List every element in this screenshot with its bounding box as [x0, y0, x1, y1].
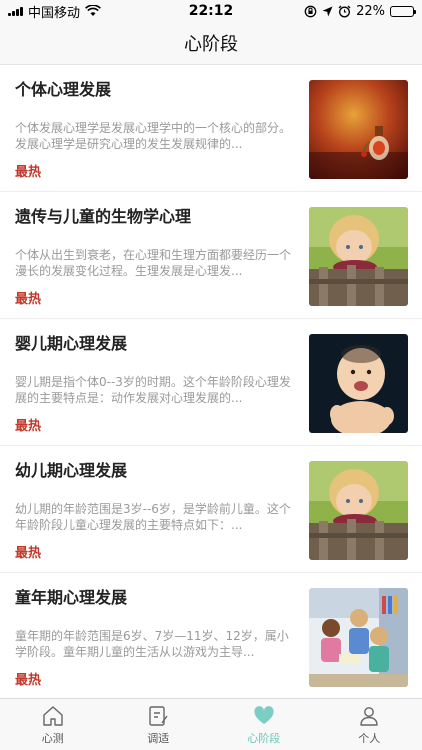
hot-badge: 最热 — [15, 419, 42, 434]
article-thumbnail — [309, 461, 408, 560]
location-icon — [322, 6, 333, 16]
nav-bar: 心阶段 — [0, 22, 422, 65]
carrier-label: 中国移动 — [28, 5, 81, 21]
article-summary: 个体从出生到衰老，在心理和生理方面都要经历一个漫长的发展变化过程。生理发展是心理… — [15, 248, 292, 278]
article-title: 幼儿期心理发展 — [15, 461, 128, 480]
article-title: 童年期心理发展 — [15, 588, 128, 607]
article-summary: 童年期的年龄范围是6岁、7岁—11岁、12岁，属小学阶段。童年期儿童的生活从以游… — [15, 629, 289, 659]
article-title: 婴儿期心理发展 — [15, 334, 128, 353]
alarm-icon — [338, 5, 351, 17]
tab-label: 心阶段 — [247, 731, 281, 745]
article-list[interactable]: 个体心理发展 个体发展心理学是发展心理学中的一个核心的部分。发展心理学是研究心理… — [0, 65, 422, 699]
wifi-icon — [85, 5, 101, 16]
tab-bar: 心测 调适 心阶段 个人 — [0, 698, 422, 750]
article-thumbnail — [309, 207, 408, 306]
list-item[interactable]: 个体心理发展 个体发展心理学是发展心理学中的一个核心的部分。发展心理学是研究心理… — [0, 65, 422, 192]
list-item[interactable]: 遗传与儿童的生物学心理 个体从出生到衰老，在心理和生理方面都要经历一个漫长的发展… — [0, 192, 422, 319]
article-thumbnail — [309, 80, 408, 179]
tab-tiaoshi[interactable]: 调适 — [106, 699, 212, 750]
battery-percent: 22% — [356, 3, 385, 19]
hot-badge: 最热 — [15, 546, 42, 561]
tab-xinjieduan[interactable]: 心阶段 — [211, 699, 317, 750]
signal-icon — [8, 6, 23, 16]
list-item[interactable]: 童年期心理发展 童年期的年龄范围是6岁、7岁—11岁、12岁，属小学阶段。童年期… — [0, 573, 422, 699]
hot-badge: 最热 — [15, 292, 42, 307]
article-summary: 个体发展心理学是发展心理学中的一个核心的部分。发展心理学是研究心理的发生发展规律… — [15, 121, 292, 151]
notes-icon — [149, 705, 168, 726]
heart-icon — [254, 705, 274, 724]
article-title: 遗传与儿童的生物学心理 — [15, 207, 192, 226]
rotation-lock-icon — [304, 5, 317, 17]
tab-label: 个人 — [358, 731, 381, 745]
home-icon — [43, 705, 63, 726]
list-item[interactable]: 幼儿期心理发展 幼儿期的年龄范围是3岁--6岁，是学龄前儿童。这个年龄阶段儿童心… — [0, 446, 422, 573]
tab-label: 调适 — [147, 731, 170, 745]
hot-badge: 最热 — [15, 673, 42, 688]
article-title: 个体心理发展 — [15, 80, 112, 99]
page-title: 心阶段 — [184, 34, 238, 55]
battery-icon — [390, 5, 416, 17]
article-summary: 婴儿期是指个体0--3岁的时期。这个年龄阶段心理发展的主要特点是：动作发展对心理… — [15, 375, 291, 405]
hot-badge: 最热 — [15, 165, 42, 180]
tab-geren[interactable]: 个人 — [317, 699, 422, 750]
list-item[interactable]: 婴儿期心理发展 婴儿期是指个体0--3岁的时期。这个年龄阶段心理发展的主要特点是… — [0, 319, 422, 446]
person-icon — [360, 706, 378, 726]
article-thumbnail — [309, 588, 408, 687]
article-summary: 幼儿期的年龄范围是3岁--6岁，是学龄前儿童。这个年龄阶段儿童心理发展的主要特点… — [15, 502, 291, 532]
article-thumbnail — [309, 334, 408, 433]
tab-xince[interactable]: 心测 — [0, 699, 106, 750]
tab-label: 心测 — [41, 731, 64, 745]
status-bar: 中国移动 22:12 22% — [0, 0, 422, 22]
